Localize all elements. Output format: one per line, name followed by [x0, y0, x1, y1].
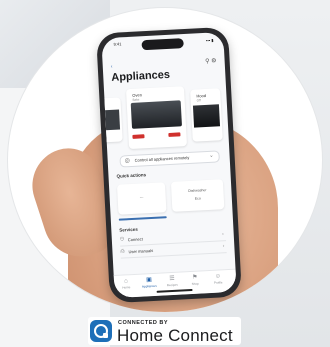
status-tag — [132, 134, 145, 139]
appliance-card-oven[interactable]: Oven Bake — [125, 86, 188, 150]
section-title-services: Services — [119, 226, 138, 233]
quick-actions: — Dishwasher Eco — [116, 179, 225, 215]
progress-indicator — [118, 216, 167, 221]
list-icon: ⚇ — [119, 236, 125, 243]
list-text: User manuals — [128, 247, 154, 255]
home-connect-logo-icon — [90, 320, 112, 342]
tab-label: Profile — [213, 280, 223, 285]
page-title: Appliances — [111, 68, 171, 84]
appliance-carousel[interactable]: Oven Bake Hood Off — [101, 84, 229, 150]
tab-profile[interactable]: ☺ Profile — [208, 273, 229, 285]
control-dropdown[interactable]: ◎ Control all appliances remotely ⌄ — [119, 150, 220, 168]
smartphone: 9:41 ▪▪▪ ▮ ‹ ⚲ ⚙ Appliances Oven Bake Ho… — [96, 26, 242, 304]
dropdown-label: Control all appliances remotely — [134, 154, 190, 163]
chevron-down-icon: ⌄ — [209, 152, 214, 159]
appliance-card-hood[interactable]: Hood Off — [190, 88, 223, 142]
home-connect-badge: CONNECTED BY Home Connect — [88, 317, 241, 345]
photo-circle: 9:41 ▪▪▪ ▮ ‹ ⚲ ⚙ Appliances Oven Bake Ho… — [8, 8, 322, 312]
hood-image — [192, 104, 221, 128]
tab-shop[interactable]: ⚑ Shop — [185, 274, 206, 286]
tab-label: Shop — [191, 281, 199, 286]
tile-text: Eco — [194, 196, 201, 201]
chevron-right-icon: › — [221, 231, 224, 238]
status-icons: ▪▪▪ ▮ — [205, 37, 214, 43]
phone-screen: 9:41 ▪▪▪ ▮ ‹ ⚲ ⚙ Appliances Oven Bake Ho… — [101, 31, 237, 299]
status-tag — [168, 132, 181, 137]
tab-label: Appliances — [141, 283, 157, 289]
tab-recipes[interactable]: ☰ Recipes — [162, 275, 183, 287]
appliance-image — [101, 109, 121, 131]
logo-tail — [103, 333, 108, 338]
dynamic-island — [141, 38, 184, 51]
appliance-card-left[interactable] — [101, 97, 123, 143]
card-sub: Bake — [132, 97, 140, 102]
tab-label: Home — [122, 285, 131, 290]
tab-label: Recipes — [166, 282, 178, 288]
back-button[interactable]: ‹ — [111, 64, 113, 70]
list-icon: ⎙ — [120, 248, 125, 255]
oven-image — [130, 100, 182, 129]
action-tile[interactable]: Dishwasher Eco — [170, 179, 225, 212]
tile-text: — — [139, 195, 144, 200]
control-icon: ◎ — [124, 158, 131, 165]
tab-appliances[interactable]: ▣ Appliances — [139, 277, 160, 289]
action-tile[interactable]: — — [116, 182, 167, 215]
tile-text: Dishwasher — [188, 188, 207, 194]
header-icons[interactable]: ⚲ ⚙ — [205, 57, 217, 65]
chevron-right-icon: › — [222, 243, 225, 250]
tab-home[interactable]: ⌂ Home — [116, 278, 137, 290]
card-sub: Off — [196, 98, 201, 103]
tab-bar: ⌂ Home ▣ Appliances ☰ Recipes ⚑ Shop ☺ P… — [113, 268, 237, 299]
brand-name: Home Connect — [117, 326, 233, 345]
section-title-actions: Quick actions — [116, 172, 147, 179]
list-text: Connect — [127, 236, 143, 243]
status-time: 9:41 — [113, 41, 122, 47]
home-indicator — [156, 288, 193, 293]
